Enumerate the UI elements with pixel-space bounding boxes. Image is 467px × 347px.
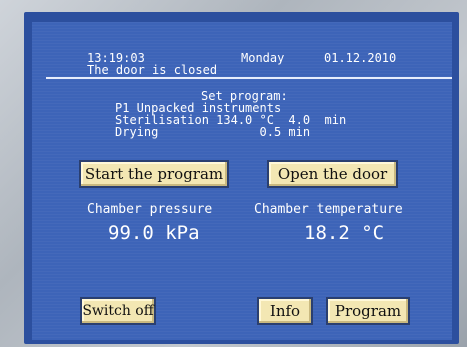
weekday: Monday xyxy=(241,51,285,65)
chamber-temperature-value: 18.2 °C xyxy=(304,222,385,244)
door-status: The door is closed xyxy=(87,63,218,77)
program-button[interactable]: Program xyxy=(326,297,410,325)
info-button[interactable]: Info xyxy=(257,297,313,325)
drying-params: Drying 0.5 min xyxy=(115,125,311,139)
chamber-pressure-label: Chamber pressure xyxy=(87,202,213,217)
date: 01.12.2010 xyxy=(324,51,397,65)
open-door-button[interactable]: Open the door xyxy=(267,160,398,188)
start-program-button[interactable]: Start the program xyxy=(79,160,229,188)
control-screen: 13:19:03 Monday 01.12.2010 The door is c… xyxy=(32,22,452,340)
header-divider xyxy=(46,77,452,79)
switch-off-button[interactable]: Switch off xyxy=(80,297,156,325)
chamber-temperature-label: Chamber temperature xyxy=(254,202,403,217)
chamber-pressure-value: 99.0 kPa xyxy=(108,222,200,244)
